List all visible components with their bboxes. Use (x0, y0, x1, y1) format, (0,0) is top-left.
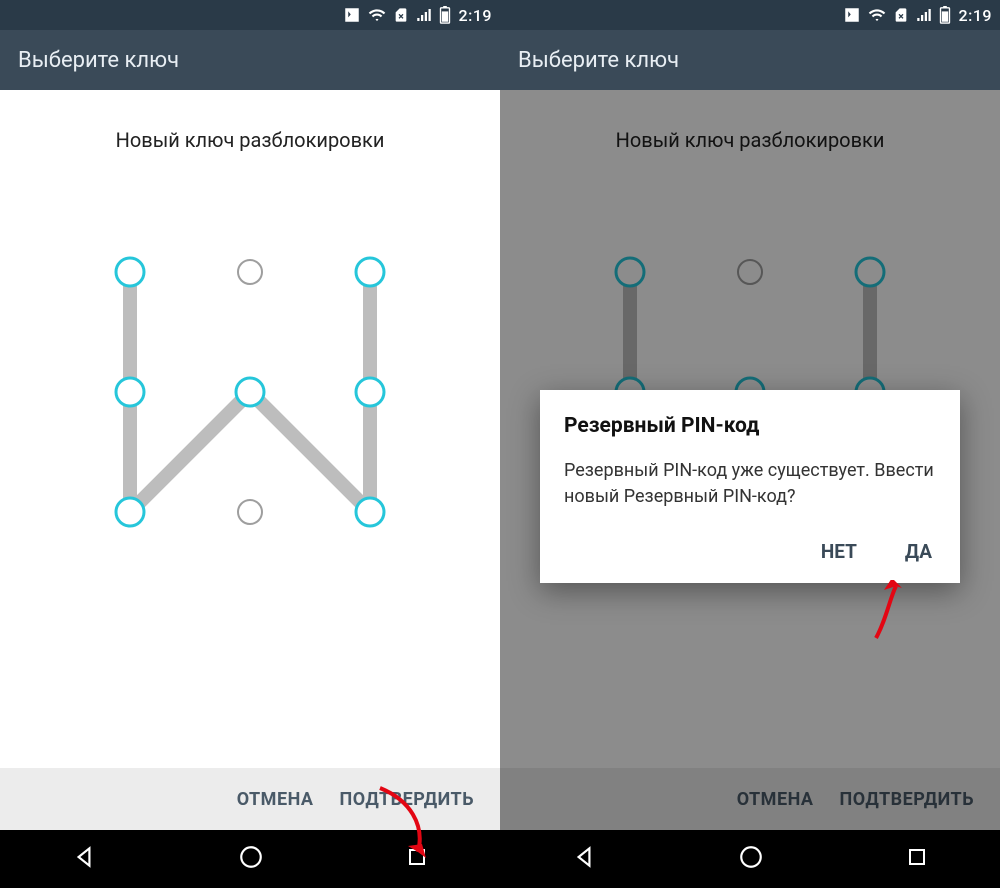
nfc-icon (843, 6, 861, 24)
app-bar-title: Выберите ключ (518, 48, 679, 73)
confirm-button[interactable]: ПОДТВЕРДИТЬ (340, 789, 474, 810)
pattern-grid[interactable] (80, 222, 420, 562)
status-bar: 2:19 (0, 0, 500, 30)
nav-recent-icon[interactable] (905, 845, 929, 873)
instruction-text: Новый ключ разблокировки (500, 90, 1000, 162)
backup-pin-dialog: Резервный PIN-код Резервный PIN-код уже … (540, 390, 960, 583)
button-bar: ОТМЕНА ПОДТВЕРДИТЬ (500, 768, 1000, 830)
button-bar: ОТМЕНА ПОДТВЕРДИТЬ (0, 768, 500, 830)
nav-bar (0, 830, 500, 888)
status-bar: 2:19 (500, 0, 1000, 30)
screen-body: Новый ключ разблокировки ОТМЕНА ПОДТВЕРД… (500, 90, 1000, 830)
dialog-body: Резервный PIN-код уже существует. Ввести… (564, 458, 936, 510)
nav-home-icon[interactable] (238, 844, 264, 874)
dialog-no-button[interactable]: НЕТ (817, 534, 861, 569)
dialog-title: Резервный PIN-код (564, 414, 936, 438)
battery-icon (939, 6, 951, 24)
nav-back-icon[interactable] (71, 844, 97, 874)
sd-card-icon (893, 6, 909, 24)
nav-bar (500, 830, 1000, 888)
dialog-actions: НЕТ ДА (564, 534, 936, 569)
cancel-button[interactable]: ОТМЕНА (237, 789, 314, 810)
sd-card-icon (393, 6, 409, 24)
screen-body: Новый ключ разблокировки ОТМЕНА ПОДТВЕРД… (0, 90, 500, 830)
app-bar: Выберите ключ (0, 30, 500, 90)
confirm-button[interactable]: ПОДТВЕРДИТЬ (840, 789, 974, 810)
app-bar-title: Выберите ключ (18, 48, 179, 73)
signal-icon (915, 6, 933, 24)
phone-screen-left: 2:19 Выберите ключ Новый ключ разблокиро… (0, 0, 500, 888)
nav-recent-icon[interactable] (405, 845, 429, 873)
app-bar: Выберите ключ (500, 30, 1000, 90)
pattern-lock[interactable] (0, 162, 500, 768)
phone-screen-right: 2:19 Выберите ключ Новый ключ разблокиро… (500, 0, 1000, 888)
battery-icon (439, 6, 451, 24)
status-time: 2:19 (959, 6, 993, 25)
nfc-icon (343, 6, 361, 24)
cancel-button[interactable]: ОТМЕНА (737, 789, 814, 810)
status-time: 2:19 (459, 6, 493, 25)
nav-back-icon[interactable] (571, 844, 597, 874)
wifi-icon (867, 6, 887, 24)
instruction-text: Новый ключ разблокировки (0, 90, 500, 162)
nav-home-icon[interactable] (738, 844, 764, 874)
wifi-icon (367, 6, 387, 24)
dialog-yes-button[interactable]: ДА (901, 534, 936, 569)
signal-icon (415, 6, 433, 24)
